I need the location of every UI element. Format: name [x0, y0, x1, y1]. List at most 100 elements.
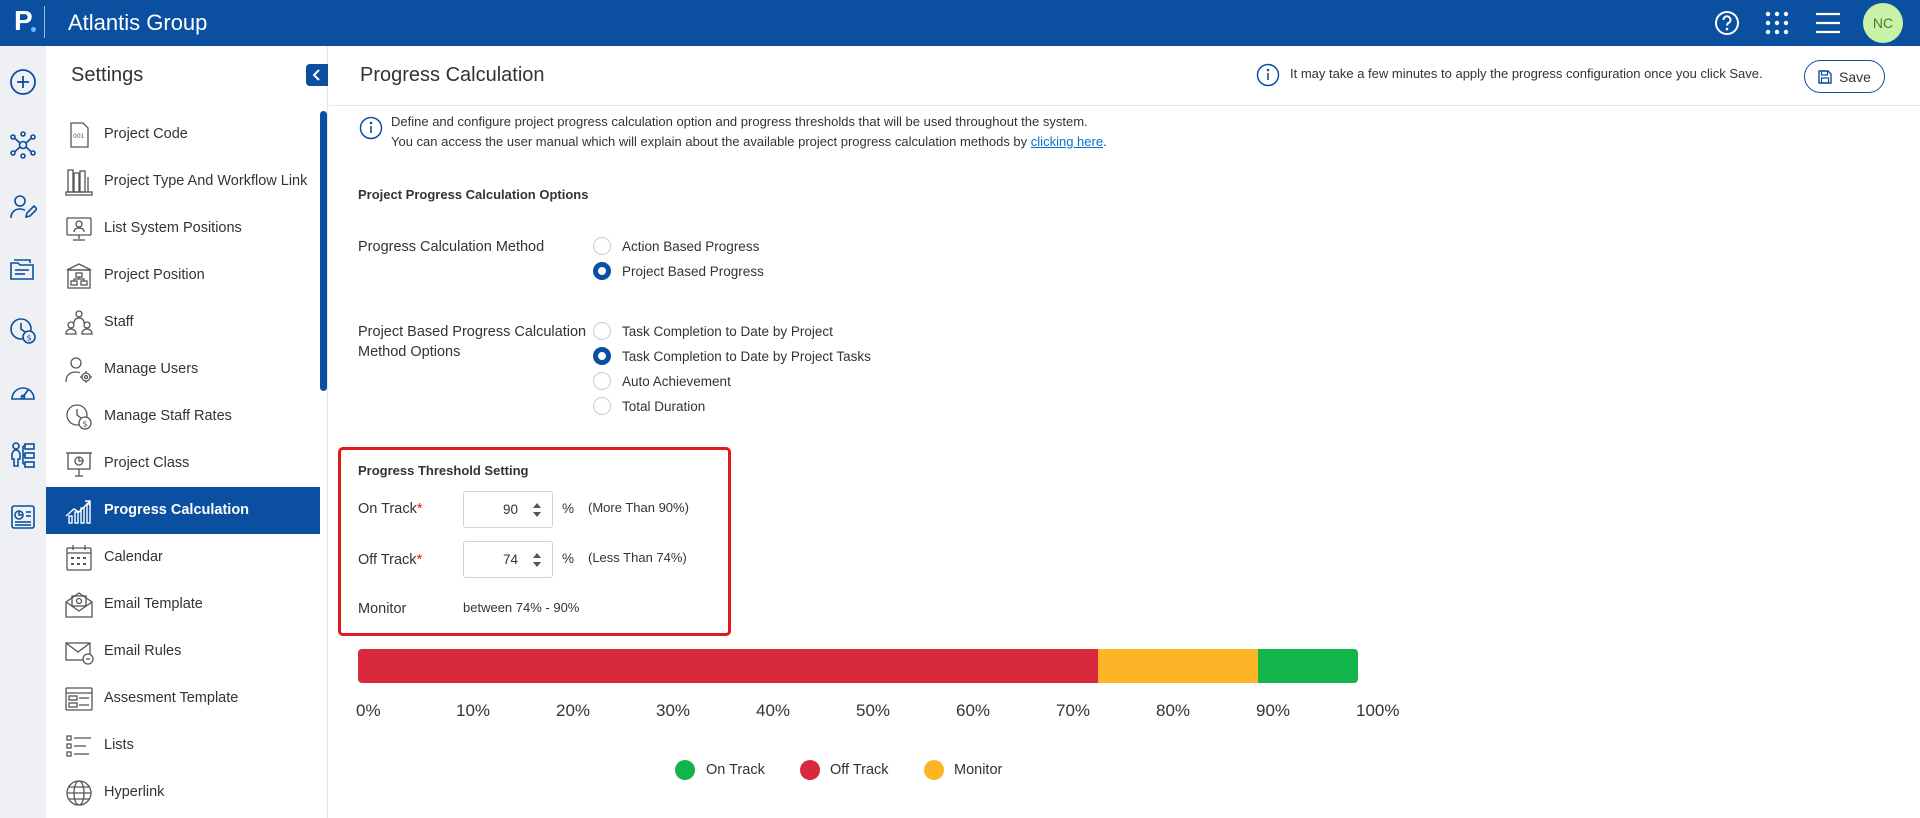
sidebar-item-hyperlink[interactable]: Hyperlink	[46, 769, 320, 816]
staff-icon	[65, 310, 93, 335]
on-track-value: 90	[502, 502, 518, 517]
sidebar-item-label: Project Class	[104, 455, 190, 471]
stepper-icon[interactable]	[532, 501, 542, 519]
sidebar-item-label: Hyperlink	[104, 784, 165, 800]
sidebar-item-label: Progress Calculation	[104, 502, 250, 518]
percent-sign: %	[562, 501, 575, 516]
method-label: Progress Calculation Method	[358, 239, 545, 255]
sidebar-item-label: Email Template	[104, 596, 203, 612]
dashboard-icon[interactable]	[9, 379, 37, 407]
clock-rate-icon: $	[66, 404, 92, 430]
app-logo[interactable]: P	[14, 5, 36, 37]
radio-task-completion-project[interactable]	[593, 322, 611, 340]
off-track-legend-dot	[800, 760, 820, 780]
apps-grid-icon[interactable]	[1764, 10, 1790, 36]
user-edit-icon[interactable]	[9, 193, 37, 221]
email-template-icon	[65, 592, 93, 618]
monitor-legend-dot	[924, 760, 944, 780]
tick-label: 100%	[1356, 701, 1400, 720]
off-track-input[interactable]: 74	[463, 541, 553, 578]
monitor-legend-label: Monitor	[954, 762, 1003, 778]
sidebar-item-lists[interactable]: Lists	[46, 722, 320, 769]
page-title: Progress Calculation	[360, 64, 545, 86]
radio-label: Task Completion to Date by Project	[622, 324, 833, 339]
intro-line-2: You can access the user manual which wil…	[391, 132, 1107, 152]
sidebar-item-label: Calendar	[104, 549, 163, 565]
off-track-value: 74	[502, 552, 518, 567]
save-button[interactable]: Save	[1804, 60, 1885, 93]
form-template-icon	[65, 687, 93, 711]
tick-label: 70%	[1056, 701, 1091, 720]
org-chart-icon[interactable]	[9, 441, 37, 469]
sidebar-item-assesment-template[interactable]: Assesment Template	[46, 675, 320, 722]
presentation-icon	[66, 452, 92, 477]
sidebar-item-project-position[interactable]: Project Position	[46, 252, 320, 299]
threshold-heading: Progress Threshold Setting	[358, 463, 529, 478]
logo-letter: P	[14, 5, 33, 36]
radio-auto-achievement[interactable]	[593, 372, 611, 390]
svg-text:$: $	[27, 334, 32, 343]
on-track-legend-dot	[675, 760, 695, 780]
sidebar-item-label: Project Code	[104, 126, 188, 142]
sidebar-item-label: Project Type And Workflow Link	[104, 173, 308, 189]
sidebar-item-list-system-positions[interactable]: List System Positions	[46, 205, 320, 252]
network-icon[interactable]	[9, 131, 37, 159]
sidebar-item-project-code[interactable]: 001 Project Code	[46, 111, 320, 158]
tick-label: 20%	[556, 701, 591, 720]
options-heading: Project Progress Calculation Options	[358, 187, 589, 202]
stepper-icon[interactable]	[532, 551, 542, 569]
pb-options-label-line2: Method Options	[358, 344, 461, 360]
sidebar-item-staff[interactable]: Staff	[46, 299, 320, 346]
settings-sidebar: Settings 001 Project Code Project Type A…	[46, 46, 328, 818]
clock-dollar-icon[interactable]: $	[9, 317, 37, 345]
required-mark: *	[416, 501, 423, 517]
on-track-input[interactable]: 90	[463, 491, 553, 528]
collapse-sidebar-icon[interactable]	[306, 64, 328, 86]
email-rules-icon	[65, 642, 94, 665]
radio-label: Auto Achievement	[622, 374, 731, 389]
tick-label: 90%	[1256, 701, 1291, 720]
company-name: Atlantis Group	[68, 10, 208, 35]
monitor-segment	[1098, 649, 1258, 683]
add-icon[interactable]	[9, 68, 37, 96]
off-track-hint: (Less Than 74%)	[588, 550, 687, 565]
sidebar-item-label: Project Position	[104, 267, 205, 283]
threshold-progress-bar	[358, 649, 1358, 683]
manual-link[interactable]: clicking here	[1031, 134, 1103, 149]
main-content: Progress Calculation It may take a few m…	[329, 46, 1920, 818]
sidebar-item-calendar[interactable]: Calendar	[46, 534, 320, 581]
sidebar-item-progress-calculation[interactable]: Progress Calculation	[46, 487, 320, 534]
sidebar-item-manage-users[interactable]: Manage Users	[46, 346, 320, 393]
sidebar-scrollbar[interactable]	[320, 111, 327, 391]
menu-icon[interactable]	[1815, 10, 1841, 36]
tick-label: 80%	[1156, 701, 1191, 720]
user-gear-icon	[65, 357, 92, 383]
radio-label: Task Completion to Date by Project Tasks	[622, 349, 871, 364]
radio-action-based[interactable]	[593, 237, 611, 255]
sidebar-item-project-type[interactable]: Project Type And Workflow Link	[46, 158, 320, 205]
save-icon	[1818, 70, 1832, 84]
radio-total-duration[interactable]	[593, 397, 611, 415]
sidebar-item-label: Assesment Template	[104, 690, 239, 706]
save-label: Save	[1839, 69, 1871, 85]
growth-chart-icon	[65, 500, 91, 524]
help-icon[interactable]	[1714, 10, 1740, 36]
sidebar-item-label: Staff	[104, 314, 134, 330]
folder-icon[interactable]	[9, 255, 37, 283]
tick-label: 60%	[956, 701, 991, 720]
monitor-label: Monitor	[358, 601, 407, 617]
off-track-segment	[358, 649, 1098, 683]
intro-line-1: Define and configure project progress ca…	[391, 114, 1088, 129]
tick-label: 40%	[756, 701, 791, 720]
report-icon[interactable]	[9, 503, 37, 531]
sidebar-item-email-rules[interactable]: Email Rules	[46, 628, 320, 675]
globe-icon	[66, 780, 92, 806]
user-avatar[interactable]: NC	[1863, 3, 1903, 43]
radio-project-based[interactable]	[593, 262, 611, 280]
svg-text:$: $	[83, 420, 88, 429]
radio-task-completion-tasks[interactable]	[593, 347, 611, 365]
calendar-icon	[66, 545, 92, 571]
sidebar-item-manage-staff-rates[interactable]: $ Manage Staff Rates	[46, 393, 320, 440]
sidebar-item-project-class[interactable]: Project Class	[46, 440, 320, 487]
sidebar-item-email-template[interactable]: Email Template	[46, 581, 320, 628]
